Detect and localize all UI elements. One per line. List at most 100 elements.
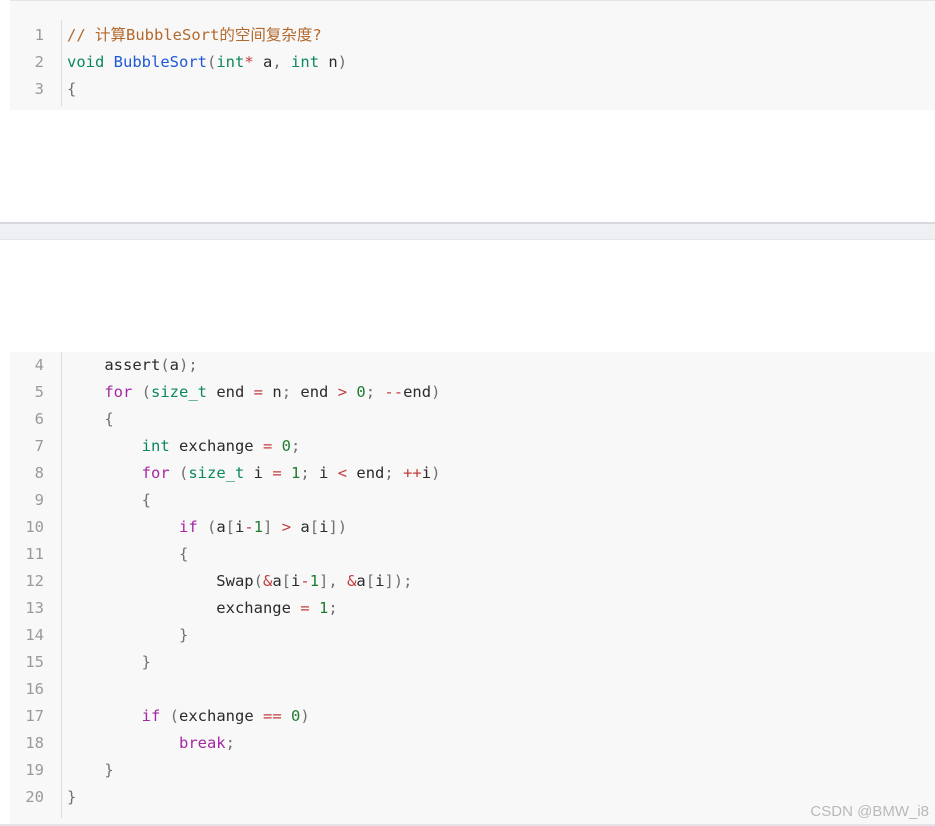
code-token: ; [225,734,235,752]
code-text: { [67,76,76,103]
code-token: [ [365,572,376,590]
code-text: if (a[i-1] > a[i]) [67,514,347,541]
line-number: 11 [25,545,44,563]
code-text: for (size_t end = n; end > 0; --end) [67,379,440,406]
code-token: 1 [253,518,264,536]
code-token: // 计算BubbleSort的空间复杂度? [67,26,322,44]
code-text: int exchange = 0; [67,433,301,460]
code-token: ; [291,437,301,455]
code-token: } [67,788,77,806]
code-token: BubbleSort [113,53,207,71]
code-line: 18 break; [0,730,935,757]
line-number: 1 [34,26,44,44]
code-token: for [141,464,170,482]
code-token: void [67,53,105,71]
code-token: ); [179,356,198,374]
code-token: a [272,572,282,590]
code-token: [ [281,572,292,590]
code-text: { [67,541,188,568]
code-token: ) [431,464,441,482]
line-number: 9 [34,491,44,509]
code-line: 16 [0,676,935,703]
code-token: ( [253,572,263,590]
code-token: 0 [291,707,301,725]
line-number: 4 [34,356,44,374]
code-token: ( [207,53,217,71]
code-text: { [67,406,114,433]
line-number: 3 [34,80,44,98]
code-text: break; [67,730,235,757]
code-token: n [263,383,282,401]
code-token: - [244,518,254,536]
code-token: a [356,572,366,590]
code-token: ) [431,383,441,401]
code-token: break [178,734,226,752]
code-token: a [216,518,226,536]
code-token: { [67,80,77,98]
code-token: - [300,572,310,590]
code-token: 0 [281,437,292,455]
code-token: } [67,761,114,779]
code-token: { [67,410,114,428]
code-text: // 计算BubbleSort的空间复杂度? [67,22,322,49]
code-line: 20} [0,784,935,811]
code-text: } [67,757,114,784]
screenshot-page: 1// 计算BubbleSort的空间复杂度? 2 void BubbleSort(… [0,0,935,826]
code-line: 1 // 计算BubbleSort的空间复杂度? [0,22,935,49]
code-token: end [403,383,432,401]
code-token: & [347,572,357,590]
code-text: { [67,487,151,514]
code-token: size_t [151,383,207,401]
code-line: 11 { [0,541,935,568]
code-token: end [347,464,385,482]
code-line: 4 assert(a); [0,352,935,379]
code-token: ) [300,707,310,725]
code-token: int [291,53,320,71]
code-line: 5 for (size_t end = n; end > 0; --end) [0,379,935,406]
line-number: 6 [34,410,44,428]
code-line: 12 Swap(&a[i-1], &a[i]); [0,568,935,595]
code-token: 1 [309,572,320,590]
code-token: ( [169,464,189,482]
code-line: 6 { [0,406,935,433]
code-token: for [104,383,133,401]
code-token: i [235,518,245,536]
line-number: 19 [25,761,44,779]
watermark: CSDN @BMW_i8 [810,803,929,820]
code-token: < [337,464,348,482]
code-token: == [263,707,282,725]
code-token: i [421,464,432,482]
code-token: ] [263,518,273,536]
code-line: 15 } [0,649,935,676]
code-line: 8 for (size_t i = 1; i < end; ++i) [0,460,935,487]
code-token: assert [67,356,161,374]
code-token: if [178,518,198,536]
code-token: a [291,518,310,536]
line-number: 10 [25,518,44,536]
code-line: 17 if (exchange == 0) [0,703,935,730]
code-line: 9 { [0,487,935,514]
line-number: 8 [34,464,44,482]
code-token: > [281,518,292,536]
code-text: Swap(&a[i-1], &a[i]); [67,568,412,595]
code-token: end [207,383,254,401]
line-number: 12 [25,572,44,590]
code-token: if [141,707,161,725]
line-number: 5 [34,383,44,401]
code-token: size_t [188,464,245,482]
section-divider [0,222,935,240]
code-token: i [244,464,273,482]
code-token: = [300,599,310,617]
code-token: { [67,491,151,509]
code-token: int [141,437,170,455]
code-line: 2 void BubbleSort(int* a, int n) [0,49,935,76]
